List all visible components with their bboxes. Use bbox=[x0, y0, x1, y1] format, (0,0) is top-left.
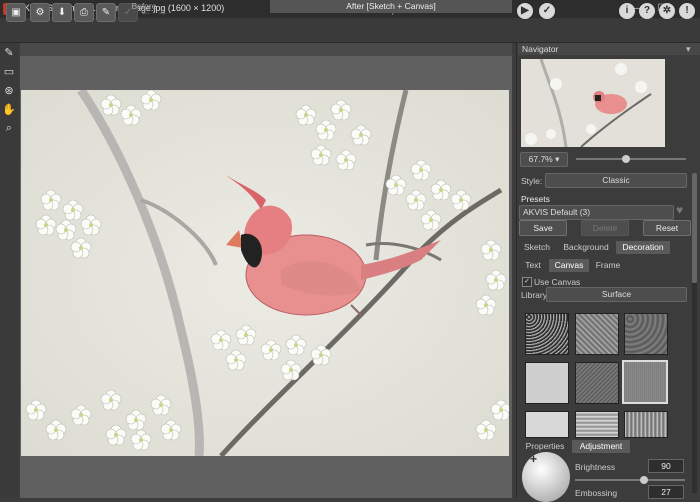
workspace-bottom bbox=[20, 456, 512, 498]
texture-thumb[interactable] bbox=[575, 362, 619, 404]
brightness-label: Brightness bbox=[575, 462, 616, 472]
style-value: Classic bbox=[602, 175, 630, 185]
pencil-icon[interactable]: ✎ bbox=[2, 46, 16, 60]
zoom-slider[interactable] bbox=[576, 158, 686, 160]
texture-thumb[interactable] bbox=[525, 362, 569, 404]
navigator-preview[interactable] bbox=[521, 59, 665, 147]
tab-adjustment[interactable]: Adjustment bbox=[572, 440, 630, 453]
tab-background[interactable]: Background bbox=[558, 241, 614, 254]
texture-thumb-selected[interactable] bbox=[622, 360, 668, 404]
tab-before[interactable]: Before bbox=[20, 0, 268, 13]
zoom-icon[interactable]: ⌕ bbox=[2, 121, 16, 135]
subtab-text[interactable]: Text bbox=[519, 259, 547, 272]
collapse-icon[interactable]: ▾ bbox=[686, 44, 691, 55]
hand-icon[interactable]: ✋ bbox=[2, 103, 16, 117]
reset-preset-button[interactable]: Reset bbox=[643, 220, 691, 236]
preset-value: AKVIS Default (3) bbox=[523, 207, 591, 217]
library-dropdown[interactable]: Surface bbox=[546, 287, 687, 302]
stamp-icon[interactable]: ⊛ bbox=[2, 84, 16, 98]
info-icon[interactable]: i bbox=[619, 3, 635, 19]
brightness-slider[interactable] bbox=[575, 479, 685, 481]
eraser-icon[interactable]: ▭ bbox=[2, 65, 16, 79]
subtab-canvas[interactable]: Canvas bbox=[549, 259, 589, 272]
view-tabs bbox=[20, 43, 512, 56]
use-canvas-checkbox[interactable]: ✓ bbox=[522, 277, 532, 287]
use-canvas-label: Use Canvas bbox=[534, 277, 581, 287]
notifications-icon[interactable]: ! bbox=[679, 3, 695, 19]
texture-thumb[interactable] bbox=[575, 411, 619, 438]
zoom-value: 67.7% bbox=[528, 154, 553, 164]
embossing-label: Embossing bbox=[575, 488, 618, 498]
settings-gear-icon[interactable]: ✲ bbox=[659, 3, 675, 19]
zoom-slider-knob[interactable] bbox=[622, 155, 630, 163]
subtab-frame[interactable]: Frame bbox=[591, 259, 625, 272]
embossing-input[interactable]: 27 bbox=[648, 485, 684, 499]
brightness-slider-knob[interactable] bbox=[640, 476, 648, 484]
light-source-marker-icon[interactable]: + bbox=[530, 452, 537, 466]
save-preset-button[interactable]: Save bbox=[519, 220, 567, 236]
texture-thumb[interactable] bbox=[624, 411, 668, 438]
favorite-heart-icon[interactable]: ♥ bbox=[676, 203, 683, 217]
library-label: Library bbox=[521, 290, 547, 300]
delete-preset-button[interactable]: Delete bbox=[581, 220, 629, 236]
preset-dropdown[interactable]: AKVIS Default (3) bbox=[519, 205, 674, 220]
style-label: Style: bbox=[521, 176, 543, 186]
help-icon[interactable]: ? bbox=[639, 3, 655, 19]
brightness-input[interactable]: 90 bbox=[648, 459, 684, 473]
navigator-header: Navigator bbox=[518, 43, 700, 55]
navigator-title: Navigator bbox=[522, 44, 559, 54]
texture-thumb[interactable] bbox=[575, 313, 619, 355]
tab-decoration[interactable]: Decoration bbox=[616, 241, 670, 254]
texture-thumb[interactable] bbox=[525, 411, 569, 438]
result-image[interactable] bbox=[21, 90, 509, 456]
run-icon[interactable]: ▶ bbox=[517, 3, 533, 19]
texture-thumb[interactable] bbox=[525, 313, 569, 355]
tab-after[interactable]: After [Sketch + Canvas] bbox=[270, 0, 512, 13]
library-value: Surface bbox=[601, 289, 632, 299]
tab-sketch[interactable]: Sketch bbox=[519, 241, 555, 254]
style-dropdown[interactable]: Classic bbox=[545, 173, 687, 188]
zoom-dropdown[interactable]: 67.7% ▾ bbox=[520, 152, 568, 167]
settings-scroll-thumb[interactable] bbox=[692, 173, 697, 283]
apply-icon[interactable]: ✓ bbox=[539, 3, 555, 19]
presets-label: Presets bbox=[521, 194, 550, 204]
texture-thumb[interactable] bbox=[624, 313, 668, 355]
